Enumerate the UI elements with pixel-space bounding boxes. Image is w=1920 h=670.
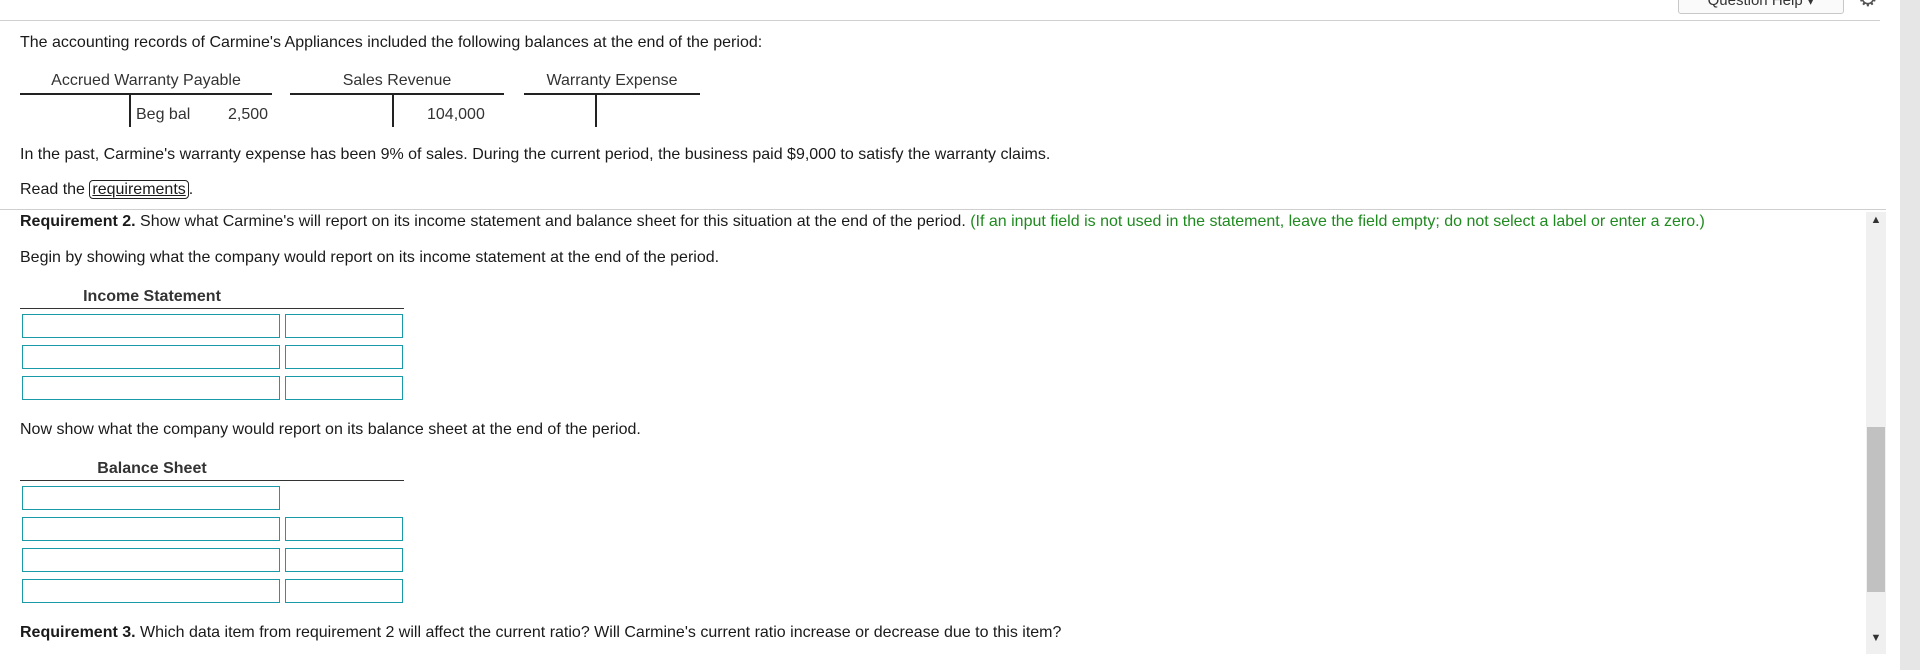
t-account-rule-warranty-payable: [20, 93, 272, 95]
t-account-rule-sales-revenue: [290, 93, 504, 95]
balance-amount-input-2[interactable]: [285, 548, 403, 572]
requirement-3-text: Which data item from requirement 2 will …: [135, 624, 1062, 641]
requirement-2-label: Requirement 2.: [20, 213, 136, 230]
top-divider: [0, 20, 1880, 21]
balance-sheet-rule: [20, 480, 404, 481]
read-prefix: Read the: [20, 181, 90, 198]
income-statement-rule: [20, 308, 404, 309]
income-statement-title: Income Statement: [83, 288, 221, 305]
gear-icon[interactable]: ⚙: [1858, 0, 1878, 10]
balance-label-input-1[interactable]: [22, 517, 280, 541]
t-account-rule-warranty-expense: [524, 93, 700, 95]
outer-scrollbar[interactable]: [1900, 0, 1920, 670]
income-amount-input-1[interactable]: [285, 314, 403, 338]
income-amount-input-2[interactable]: [285, 345, 403, 369]
scroll-up-icon[interactable]: ▲: [1866, 214, 1886, 226]
requirement-2-text: Show what Carmine's will report on its i…: [135, 213, 971, 230]
read-suffix: .: [188, 181, 194, 198]
income-label-input-1[interactable]: [22, 314, 280, 338]
balance-amount-input-3[interactable]: [285, 579, 403, 603]
beg-bal-label: Beg bal: [136, 106, 191, 123]
scrollbar-thumb[interactable]: [1867, 427, 1885, 592]
requirement-2: Requirement 2. Show what Carmine's will …: [20, 213, 1705, 231]
t-account-stem-warranty-expense: [595, 95, 597, 127]
t-account-title-warranty-payable: Accrued Warranty Payable: [51, 72, 241, 89]
sales-revenue-value: 104,000: [427, 106, 485, 123]
balance-sheet-title: Balance Sheet: [97, 460, 207, 477]
t-account-stem-warranty-payable: [129, 95, 131, 127]
balance-amount-input-1[interactable]: [285, 517, 403, 541]
balance-intro: Now show what the company would report o…: [20, 421, 641, 438]
requirement-3: Requirement 3. Which data item from requ…: [20, 624, 1061, 642]
income-label-input-3[interactable]: [22, 376, 280, 400]
income-amount-input-3[interactable]: [285, 376, 403, 400]
balance-header-input[interactable]: [22, 486, 280, 510]
t-account-title-warranty-expense: Warranty Expense: [546, 72, 678, 89]
income-intro: Begin by showing what the company would …: [20, 249, 720, 266]
balance-label-input-2[interactable]: [22, 548, 280, 572]
scroll-down-icon[interactable]: ▼: [1866, 632, 1886, 644]
beg-bal-value: 2,500: [228, 106, 269, 123]
t-account-title-sales-revenue: Sales Revenue: [342, 72, 452, 89]
income-label-input-2[interactable]: [22, 345, 280, 369]
read-requirements-line: Read the requirements.: [20, 180, 194, 199]
balance-label-input-3[interactable]: [22, 579, 280, 603]
facts-text: In the past, Carmine's warranty expense …: [20, 146, 1051, 163]
section-divider: [0, 209, 1886, 210]
requirements-link[interactable]: requirements: [89, 180, 189, 199]
requirement-3-label: Requirement 3.: [20, 624, 136, 641]
question-help-button[interactable]: Question Help ▾: [1678, 0, 1844, 14]
intro-text: The accounting records of Carmine's Appl…: [20, 34, 763, 51]
t-account-stem-sales-revenue: [392, 95, 394, 127]
requirement-2-hint: (If an input field is not used in the st…: [970, 213, 1705, 230]
